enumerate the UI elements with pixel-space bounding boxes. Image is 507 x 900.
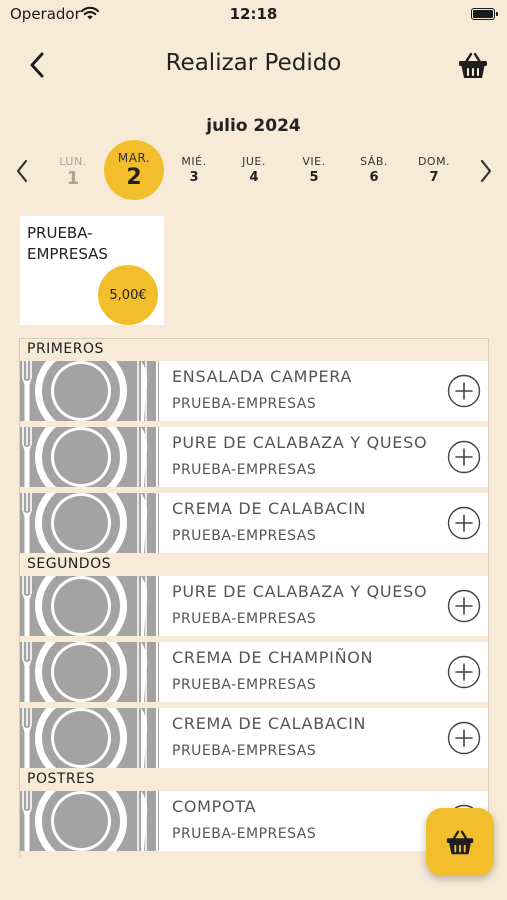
dish-company: PRUEBA-EMPRESAS	[172, 743, 317, 759]
plate-cutlery-icon	[20, 576, 159, 636]
plate-cutlery-icon	[20, 493, 159, 553]
day-number: 1	[66, 168, 80, 189]
day-name: DOM.	[417, 155, 451, 168]
add-button[interactable]	[447, 721, 481, 755]
list-item[interactable]: ENSALADA CAMPERA PRUEBA-EMPRESAS	[20, 361, 488, 421]
list-item[interactable]: PURE DE CALABAZA Y QUESO PRUEBA-EMPRESAS	[20, 576, 488, 636]
add-button[interactable]	[447, 374, 481, 408]
day-thursday[interactable]: JUE. 4	[224, 140, 284, 200]
add-button[interactable]	[447, 589, 481, 623]
dish-name: ENSALADA CAMPERA	[172, 367, 353, 386]
basket-icon[interactable]	[456, 48, 490, 82]
day-monday: LUN. 1	[43, 140, 103, 200]
day-wednesday[interactable]: MIÉ. 3	[164, 140, 224, 200]
prev-week-button[interactable]	[11, 156, 33, 186]
day-saturday[interactable]: SÁB. 6	[344, 140, 404, 200]
section-title-postres: POSTRES	[27, 771, 95, 787]
day-number: 2	[126, 165, 142, 190]
dish-company: PRUEBA-EMPRESAS	[172, 528, 317, 544]
list-item[interactable]: CREMA DE CALABACIN PRUEBA-EMPRESAS	[20, 708, 488, 768]
price-badge: 5,00€	[98, 265, 158, 325]
company-card[interactable]: PRUEBA- EMPRESAS 5,00€	[20, 216, 164, 325]
day-name: LUN.	[59, 155, 87, 168]
day-number: 5	[309, 170, 319, 185]
status-bar: Operador 12:18	[0, 0, 507, 30]
plate-cutlery-icon	[20, 791, 159, 851]
dish-company: PRUEBA-EMPRESAS	[172, 396, 317, 412]
plate-cutlery-icon	[20, 708, 159, 768]
day-name: SÁB.	[360, 155, 388, 168]
list-item[interactable]: COMPOTA PRUEBA-EMPRESAS	[20, 791, 488, 851]
dish-company: PRUEBA-EMPRESAS	[172, 826, 317, 842]
day-name: VIE.	[302, 155, 326, 168]
day-number: 4	[249, 170, 259, 185]
cart-fab-button[interactable]	[426, 808, 494, 876]
day-tuesday[interactable]: MAR. 2	[104, 140, 164, 200]
day-sunday[interactable]: DOM. 7	[404, 140, 464, 200]
dish-name: PURE DE CALABAZA Y QUESO	[172, 582, 428, 601]
battery-icon	[471, 8, 498, 20]
month-label: julio 2024	[206, 116, 301, 136]
next-week-button[interactable]	[475, 156, 497, 186]
dish-name: COMPOTA	[172, 797, 257, 816]
add-button[interactable]	[447, 506, 481, 540]
day-name: JUE.	[242, 155, 266, 168]
day-name: MIÉ.	[181, 155, 207, 168]
company-name: PRUEBA- EMPRESAS	[27, 224, 108, 263]
dish-company: PRUEBA-EMPRESAS	[172, 462, 317, 478]
dish-name: CREMA DE CHAMPIÑON	[172, 648, 374, 667]
day-friday[interactable]: VIE. 5	[284, 140, 344, 200]
dish-company: PRUEBA-EMPRESAS	[172, 677, 317, 693]
list-item[interactable]: PURE DE CALABAZA Y QUESO PRUEBA-EMPRESAS	[20, 427, 488, 487]
basket-icon	[446, 830, 474, 855]
dish-name: CREMA DE CALABACIN	[172, 499, 367, 518]
dish-company: PRUEBA-EMPRESAS	[172, 611, 317, 627]
section-title-primeros: PRIMEROS	[27, 341, 104, 357]
add-button[interactable]	[447, 655, 481, 689]
menu-list[interactable]: PRIMEROS ENSALADA CAMPERA PRUEBA-EMPRESA…	[19, 338, 489, 858]
dish-name: CREMA DE CALABACIN	[172, 714, 367, 733]
day-name: MAR.	[117, 151, 151, 165]
list-item[interactable]: CREMA DE CHAMPIÑON PRUEBA-EMPRESAS	[20, 642, 488, 702]
day-number: 3	[189, 170, 199, 185]
dish-name: PURE DE CALABAZA Y QUESO	[172, 433, 428, 452]
list-item[interactable]: CREMA DE CALABACIN PRUEBA-EMPRESAS	[20, 493, 488, 553]
plate-cutlery-icon	[20, 642, 159, 702]
page-title: Realizar Pedido	[165, 50, 342, 76]
section-title-segundos: SEGUNDOS	[27, 556, 111, 572]
add-button[interactable]	[447, 440, 481, 474]
day-number: 7	[429, 170, 439, 185]
plate-cutlery-icon	[20, 427, 159, 487]
plate-cutlery-icon	[20, 361, 159, 421]
clock: 12:18	[229, 5, 278, 23]
day-number: 6	[369, 170, 379, 185]
